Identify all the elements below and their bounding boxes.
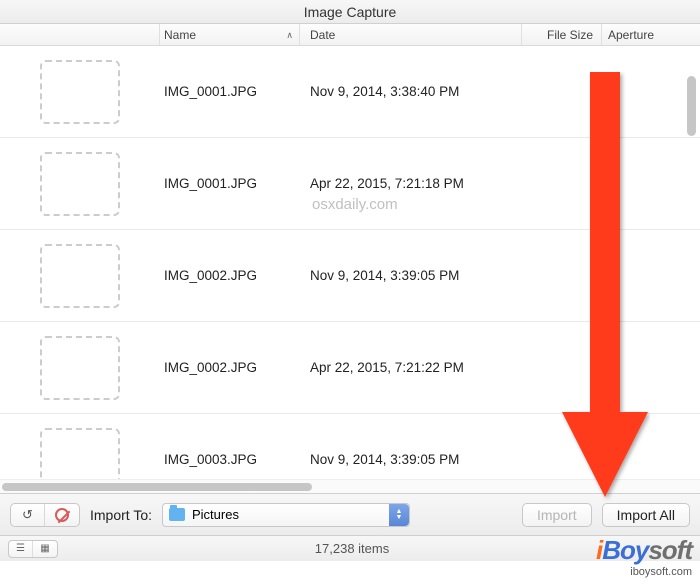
thumbnail-placeholder xyxy=(40,244,120,308)
thumbnail-placeholder xyxy=(40,336,120,400)
prohibit-icon xyxy=(55,508,69,522)
column-label: Name xyxy=(164,24,196,46)
updown-arrows-icon: ▲▼ xyxy=(389,504,409,526)
source-watermark: osxdaily.com xyxy=(312,196,398,213)
folder-icon xyxy=(169,508,185,521)
column-header-file-size[interactable]: File Size xyxy=(522,24,602,45)
file-date: Nov 9, 2014, 3:39:05 PM xyxy=(300,268,540,283)
destination-value: Pictures xyxy=(192,507,239,522)
file-name: IMG_0002.JPG xyxy=(160,360,300,375)
horizontal-scroll-track[interactable] xyxy=(0,479,700,493)
list-item[interactable]: IMG_0002.JPG Nov 9, 2014, 3:39:05 PM xyxy=(0,230,700,322)
list-item[interactable]: IMG_0001.JPG Apr 22, 2015, 7:21:18 PM os… xyxy=(0,138,700,230)
import-all-button[interactable]: Import All xyxy=(602,503,690,527)
list-item[interactable]: IMG_0002.JPG Apr 22, 2015, 7:21:22 PM xyxy=(0,322,700,414)
file-name: IMG_0002.JPG xyxy=(160,268,300,283)
grid-icon: ▦ xyxy=(40,543,49,554)
vertical-scrollbar[interactable] xyxy=(687,76,696,136)
column-header-name[interactable]: Name ∧ xyxy=(160,24,300,45)
file-date: Apr 22, 2015, 7:21:22 PM xyxy=(300,360,540,375)
rotate-button[interactable]: ↺ xyxy=(11,504,45,526)
import-button[interactable]: Import xyxy=(522,503,592,527)
horizontal-scrollbar[interactable] xyxy=(2,483,312,491)
thumbnail-placeholder xyxy=(40,152,120,216)
column-header-aperture[interactable]: Aperture xyxy=(602,24,682,45)
sort-ascending-icon: ∧ xyxy=(286,24,293,46)
file-name: IMG_0003.JPG xyxy=(160,452,300,467)
item-count: 17,238 items xyxy=(64,541,640,556)
list-icon: ☰ xyxy=(16,543,25,554)
toolbar: ↺ Import To: Pictures ▲▼ Import Import A… xyxy=(0,493,700,535)
view-mode-segment: ☰ ▦ xyxy=(8,540,58,558)
rotate-icon: ↺ xyxy=(22,507,33,523)
destination-select[interactable]: Pictures ▲▼ xyxy=(162,503,410,527)
list-view-button[interactable]: ☰ xyxy=(9,541,33,557)
file-list[interactable]: IMG_0001.JPG Nov 9, 2014, 3:38:40 PM IMG… xyxy=(0,46,700,493)
list-item[interactable]: IMG_0001.JPG Nov 9, 2014, 3:38:40 PM xyxy=(0,46,700,138)
thumbnail-placeholder xyxy=(40,60,120,124)
column-header-date[interactable]: Date xyxy=(300,24,522,45)
grid-view-button[interactable]: ▦ xyxy=(33,541,57,557)
import-to-label: Import To: xyxy=(90,507,152,523)
rotate-delete-segment: ↺ xyxy=(10,503,80,527)
column-header-row: Name ∧ Date File Size Aperture xyxy=(0,24,700,46)
status-bar: ☰ ▦ 17,238 items xyxy=(0,535,700,561)
file-name: IMG_0001.JPG xyxy=(160,176,300,191)
file-date: Apr 22, 2015, 7:21:18 PM xyxy=(300,176,540,191)
column-header-thumbnail[interactable] xyxy=(0,24,160,45)
delete-button[interactable] xyxy=(45,504,79,526)
file-date: Nov 9, 2014, 3:38:40 PM xyxy=(300,84,540,99)
window-title: Image Capture xyxy=(0,0,700,24)
file-name: IMG_0001.JPG xyxy=(160,84,300,99)
file-date: Nov 9, 2014, 3:39:05 PM xyxy=(300,452,540,467)
